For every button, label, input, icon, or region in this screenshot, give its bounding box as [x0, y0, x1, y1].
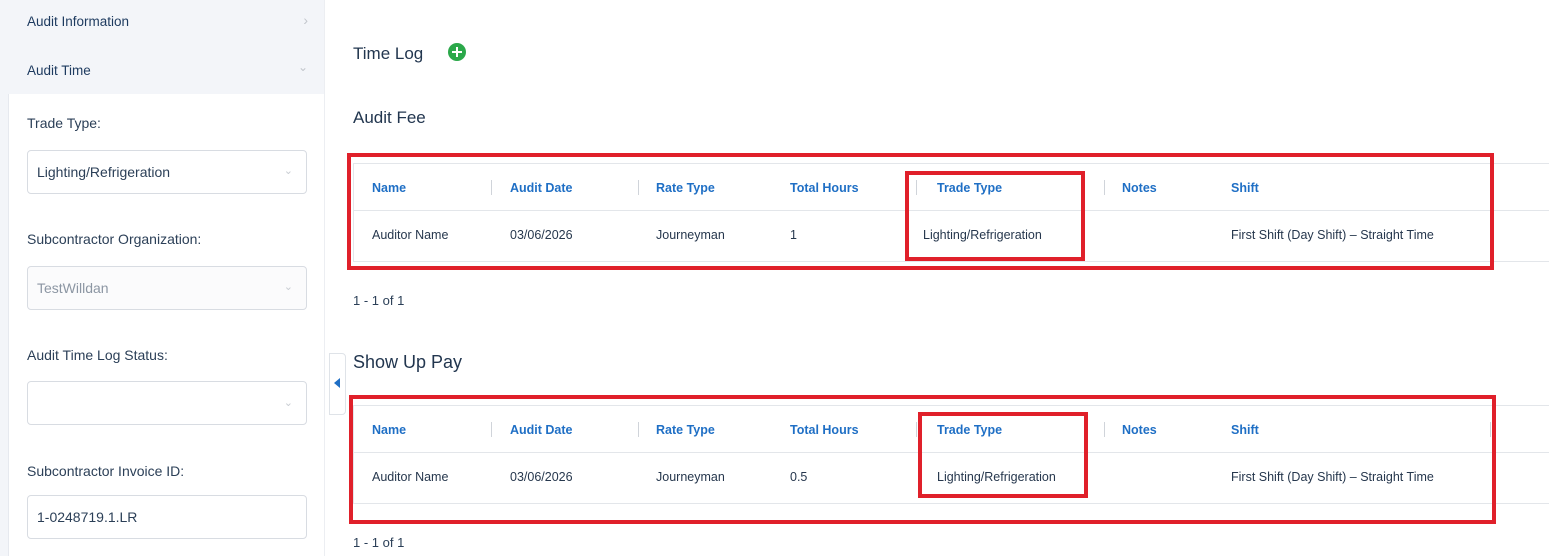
- show-up-pay-title: Show Up Pay: [353, 352, 463, 372]
- trade-type-label: Trade Type:: [27, 115, 101, 131]
- column-separator: [1104, 422, 1105, 437]
- audit-fee-title: Audit Fee: [353, 108, 426, 127]
- trade-type-select[interactable]: Lighting/Refrigeration ⌄: [27, 150, 307, 194]
- cell-trade-type: Lighting/Refrigeration: [937, 470, 1056, 484]
- grid-header: Name Audit Date Rate Type Total Hours Tr…: [354, 164, 1549, 211]
- show-up-pay-grid: Name Audit Date Rate Type Total Hours Tr…: [353, 405, 1549, 504]
- subcontractor-invoice-id-value: 1-0248719.1.LR: [37, 509, 138, 525]
- accordion-audit-time[interactable]: Audit Time ⌄: [8, 47, 324, 94]
- show-up-pay-pager: 1 - 1 of 1: [353, 535, 405, 550]
- column-header-total-hours[interactable]: Total Hours: [790, 181, 859, 195]
- cell-shift: First Shift (Day Shift) – Straight Time: [1231, 470, 1434, 484]
- chevron-right-icon: ›: [303, 12, 308, 28]
- table-row[interactable]: Auditor Name 03/06/2026 Journeyman 1 Lig…: [354, 211, 1549, 261]
- panel-splitter[interactable]: [324, 0, 330, 556]
- audit-fee-pager: 1 - 1 of 1: [353, 293, 405, 308]
- grid-header: Name Audit Date Rate Type Total Hours Tr…: [354, 406, 1549, 453]
- column-header-rate-type[interactable]: Rate Type: [656, 423, 715, 437]
- column-header-shift[interactable]: Shift: [1231, 423, 1259, 437]
- cell-audit-date: 03/06/2026: [510, 228, 573, 242]
- sidebar: Audit Information › Audit Time ⌄ Trade T…: [0, 0, 324, 556]
- cell-shift: First Shift (Day Shift) – Straight Time: [1231, 228, 1434, 242]
- subcontractor-organization-value: TestWilldan: [37, 280, 109, 296]
- column-separator: [491, 422, 492, 437]
- column-header-notes[interactable]: Notes: [1122, 181, 1157, 195]
- column-header-shift[interactable]: Shift: [1231, 181, 1259, 195]
- accordion-label: Audit Time: [27, 63, 91, 78]
- cell-total-hours: 0.5: [790, 470, 808, 484]
- audit-time-log-status-label: Audit Time Log Status:: [27, 347, 168, 363]
- column-header-trade-type[interactable]: Trade Type: [937, 423, 1002, 437]
- column-header-name[interactable]: Name: [372, 423, 406, 437]
- column-separator: [491, 180, 492, 195]
- cell-audit-date: 03/06/2026: [510, 470, 573, 484]
- chevron-down-icon: ⌄: [283, 165, 293, 177]
- column-header-total-hours[interactable]: Total Hours: [790, 423, 859, 437]
- cell-total-hours: 1: [790, 228, 797, 242]
- column-header-notes[interactable]: Notes: [1122, 423, 1157, 437]
- column-header-trade-type[interactable]: Trade Type: [937, 181, 1002, 195]
- time-log-title: Time Log: [353, 44, 424, 63]
- column-header-name[interactable]: Name: [372, 181, 406, 195]
- column-separator: [638, 180, 639, 195]
- column-separator: [916, 180, 917, 195]
- subcontractor-invoice-id-label: Subcontractor Invoice ID:: [27, 463, 185, 479]
- collapse-left-arrow-icon: [334, 378, 340, 388]
- column-separator: [1490, 422, 1491, 437]
- cell-rate-type: Journeyman: [656, 228, 725, 242]
- audit-fee-grid: Name Audit Date Rate Type Total Hours Tr…: [353, 163, 1549, 262]
- column-separator: [638, 422, 639, 437]
- chevron-down-icon: ⌄: [283, 281, 293, 293]
- collapse-sidebar-button[interactable]: [329, 353, 346, 415]
- table-row[interactable]: Auditor Name 03/06/2026 Journeyman 0.5 L…: [354, 453, 1549, 503]
- chevron-down-icon: ⌄: [283, 397, 293, 409]
- column-separator: [916, 422, 917, 437]
- add-time-log-icon[interactable]: [448, 43, 466, 61]
- cell-rate-type: Journeyman: [656, 470, 725, 484]
- column-header-rate-type[interactable]: Rate Type: [656, 181, 715, 195]
- accordion-label: Audit Information: [27, 14, 130, 29]
- cell-name: Auditor Name: [372, 470, 449, 484]
- cell-name: Auditor Name: [372, 228, 449, 242]
- subcontractor-organization-select[interactable]: TestWilldan ⌄: [27, 266, 307, 310]
- subcontractor-organization-label: Subcontractor Organization:: [27, 231, 202, 247]
- column-header-audit-date[interactable]: Audit Date: [510, 181, 573, 195]
- chevron-down-icon: ⌄: [297, 60, 308, 74]
- accordion-audit-information[interactable]: Audit Information ›: [8, 0, 324, 47]
- trade-type-value: Lighting/Refrigeration: [37, 164, 171, 180]
- subcontractor-invoice-id-input[interactable]: 1-0248719.1.LR: [27, 495, 307, 539]
- column-separator: [1104, 180, 1105, 195]
- column-header-audit-date[interactable]: Audit Date: [510, 423, 573, 437]
- cell-trade-type: Lighting/Refrigeration: [923, 228, 1042, 242]
- audit-time-log-status-select[interactable]: ⌄: [27, 381, 307, 425]
